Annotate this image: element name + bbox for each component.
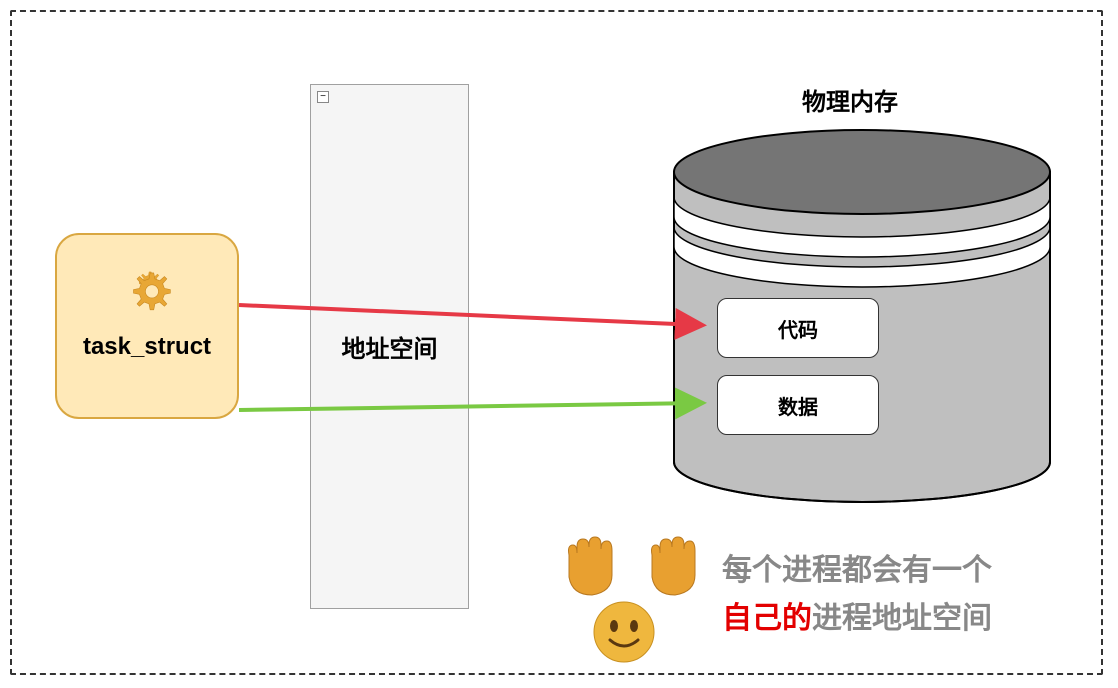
bottom-text-line2-gray: 进程地址空间 (812, 602, 992, 635)
smiley-face-icon (594, 602, 654, 662)
bottom-text-line2-red: 自己的 (722, 602, 812, 635)
code-label: 代码 (778, 314, 818, 343)
emoji-group (542, 532, 707, 672)
bottom-text: 每个进程都会有一个 自己的进程地址空间 (722, 547, 992, 643)
raised-hand-icon (652, 537, 696, 595)
raised-hand-icon (569, 537, 613, 595)
arrow-green (239, 385, 719, 425)
data-label: 数据 (778, 391, 818, 420)
diagram-container: task_struct − 地址空间 物理内存 代码 数据 (10, 10, 1103, 675)
collapse-icon: − (317, 91, 329, 103)
bottom-text-line1: 每个进程都会有一个 (722, 547, 992, 595)
gear-icon (112, 253, 182, 323)
address-space-box: − 地址空间 (310, 84, 469, 609)
physical-memory-label: 物理内存 (802, 82, 898, 117)
task-struct-label: task_struct (83, 333, 211, 361)
task-struct-box: task_struct (55, 233, 239, 419)
bottom-text-line2: 自己的进程地址空间 (722, 595, 992, 643)
data-box: 数据 (717, 375, 879, 435)
arrow-red (239, 295, 719, 345)
code-box: 代码 (717, 298, 879, 358)
